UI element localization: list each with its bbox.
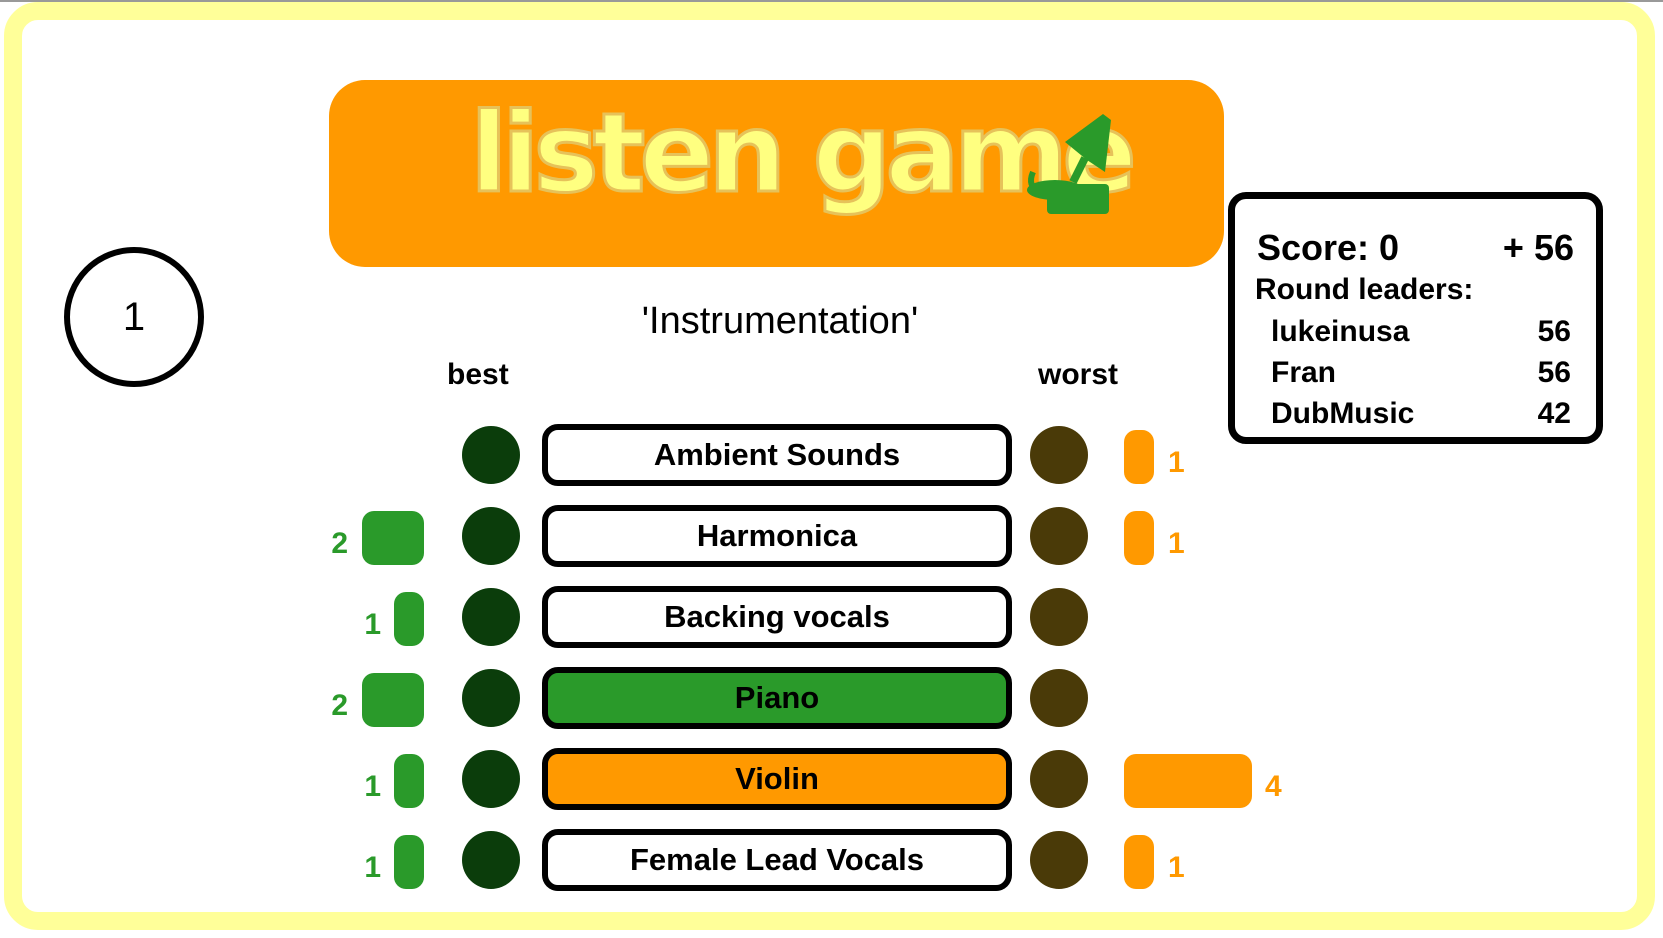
worst-vote-count: 4 [1265, 770, 1282, 803]
worst-vote-count: 1 [1168, 851, 1185, 884]
leader-points: 42 [1537, 397, 1571, 430]
leader-points: 56 [1537, 315, 1571, 348]
best-vote-count: 1 [364, 851, 381, 884]
worst-vote-button[interactable] [1030, 426, 1088, 484]
round-indicator: 1 [64, 247, 204, 387]
round-leaders-label: Round leaders: [1255, 273, 1474, 306]
worst-vote-button[interactable] [1030, 669, 1088, 727]
answer-row: 2 Harmonica 1 [0, 503, 1663, 569]
worst-vote-bar [1124, 835, 1154, 889]
best-vote-button[interactable] [462, 426, 520, 484]
worst-header: worst [1038, 358, 1119, 391]
answer-label: Backing vocals [664, 599, 890, 634]
worst-vote-button[interactable] [1030, 750, 1088, 808]
category-title: 'Instrumentation' [641, 300, 919, 342]
best-vote-count: 2 [331, 527, 348, 560]
leader-points: 56 [1537, 356, 1571, 389]
leader-name: lukeinusa [1271, 315, 1410, 348]
answer-row: 1 Violin 4 [0, 746, 1663, 812]
answer-label: Female Lead Vocals [629, 842, 925, 877]
answer-option[interactable]: Harmonica [542, 505, 1012, 567]
best-vote-bar [394, 835, 424, 889]
answer-option[interactable]: Ambient Sounds [542, 424, 1012, 486]
best-vote-button[interactable] [462, 669, 520, 727]
best-vote-button[interactable] [462, 831, 520, 889]
worst-vote-count: 1 [1168, 527, 1185, 560]
answer-row: 1 Female Lead Vocals 1 [0, 827, 1663, 893]
answer-label: Ambient Sounds [653, 437, 901, 472]
best-vote-bar [362, 511, 424, 565]
answer-label: Piano [734, 680, 820, 715]
best-vote-button[interactable] [462, 507, 520, 565]
answer-label: Violin [735, 761, 819, 796]
answer-option[interactable]: Backing vocals [542, 586, 1012, 648]
worst-vote-count: 1 [1168, 446, 1185, 479]
answer-row: 2 Piano [0, 665, 1663, 731]
best-vote-count: 1 [364, 770, 381, 803]
worst-vote-button[interactable] [1030, 507, 1088, 565]
best-vote-button[interactable] [462, 588, 520, 646]
best-vote-count: 2 [331, 689, 348, 722]
worst-vote-button[interactable] [1030, 588, 1088, 646]
answer-option-selected-best[interactable]: Piano [542, 667, 1012, 729]
answer-row: 1 Backing vocals [0, 584, 1663, 650]
best-vote-bar [362, 673, 424, 727]
answer-label: Harmonica [696, 518, 858, 553]
answer-option[interactable]: Female Lead Vocals [542, 829, 1012, 891]
leader-row: DubMusic 42 [1271, 397, 1571, 431]
worst-vote-bar [1124, 511, 1154, 565]
leader-row: lukeinusa 56 [1271, 315, 1571, 349]
best-header: best [447, 358, 509, 391]
round-number: 1 [122, 294, 146, 339]
best-vote-button[interactable] [462, 750, 520, 808]
answer-option-selected-worst[interactable]: Violin [542, 748, 1012, 810]
score-label: Score: 0 [1257, 227, 1400, 268]
best-vote-bar [394, 754, 424, 808]
scoreboard: Score: 0 + 56 Round leaders: lukeinusa 5… [1228, 192, 1603, 444]
leader-name: DubMusic [1271, 397, 1415, 430]
worst-vote-bar [1124, 754, 1252, 808]
worst-vote-button[interactable] [1030, 831, 1088, 889]
worst-vote-bar [1124, 430, 1154, 484]
phonograph-icon [1027, 114, 1111, 214]
leader-name: Fran [1271, 356, 1337, 389]
score-delta: + 56 [1502, 227, 1574, 268]
leader-row: Fran 56 [1271, 356, 1571, 390]
best-vote-count: 1 [364, 608, 381, 641]
best-vote-bar [394, 592, 424, 646]
